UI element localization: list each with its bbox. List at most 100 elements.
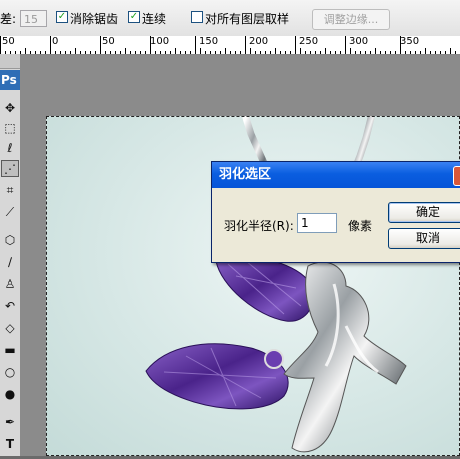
anti-alias-label: 消除锯齿	[70, 12, 119, 26]
history-brush-icon[interactable]: ↶	[1, 298, 19, 315]
ruler-tick	[285, 51, 286, 54]
ruler-tick	[30, 51, 31, 54]
ruler-tick	[400, 36, 401, 54]
dodge-icon[interactable]: ●	[1, 386, 19, 403]
ruler-tick	[310, 51, 311, 54]
ruler-tick	[100, 36, 101, 54]
ruler-tick	[445, 51, 446, 54]
ruler-tick	[380, 51, 381, 54]
ruler-tick	[205, 51, 206, 54]
horizontal-ruler: 50 0 50 100 150 200 250 300 350	[0, 36, 460, 55]
gradient-icon[interactable]: ▬	[1, 342, 19, 359]
close-icon[interactable]	[453, 166, 460, 186]
eraser-icon[interactable]: ◇	[1, 320, 19, 337]
ruler-tick	[365, 51, 366, 54]
ruler-tick	[450, 48, 451, 54]
ruler-tick	[300, 48, 301, 54]
ruler-tick	[435, 51, 436, 54]
ruler-tick	[230, 51, 231, 54]
feather-radius-input[interactable]: 1	[297, 213, 337, 233]
brush-icon[interactable]: ∕	[1, 254, 19, 271]
ruler-tick	[90, 51, 91, 54]
pen-icon[interactable]: ✒	[1, 414, 19, 431]
ruler-tick	[50, 36, 51, 54]
ruler-tick	[180, 51, 181, 54]
ruler-tick	[415, 51, 416, 54]
contiguous-checkbox[interactable]: ✓	[128, 11, 140, 23]
ruler-label: 100	[150, 36, 170, 47]
ruler-label: 50	[102, 36, 115, 47]
ruler-tick	[375, 48, 376, 54]
app-logo: Ps	[0, 70, 20, 90]
ruler-tick	[210, 51, 211, 54]
ruler-tick	[95, 51, 96, 54]
ruler-tick	[175, 48, 176, 54]
ruler-tick	[410, 51, 411, 54]
healing-brush-icon[interactable]: ⬡	[1, 232, 19, 249]
ruler-tick	[140, 51, 141, 54]
ruler-tick	[85, 51, 86, 54]
ruler-tick	[455, 51, 456, 54]
ruler-tick	[345, 36, 346, 54]
ruler-tick	[60, 51, 61, 54]
ruler-tick	[125, 48, 126, 54]
tolerance-label: 差:	[0, 12, 17, 26]
marquee-icon[interactable]: ⬚	[1, 120, 19, 137]
ruler-tick	[55, 51, 56, 54]
ruler-tick	[115, 51, 116, 54]
ok-button[interactable]: 确定	[388, 202, 460, 223]
ruler-tick	[145, 51, 146, 54]
cancel-button[interactable]: 取消	[388, 228, 460, 249]
type-icon[interactable]: T	[1, 436, 19, 453]
clone-stamp-icon[interactable]: ♙	[1, 276, 19, 293]
feather-selection-dialog: 羽化选区 羽化半径(R): 1 像素 确定 取消	[211, 161, 460, 263]
ruler-tick	[260, 51, 261, 54]
tolerance-input[interactable]: 15	[20, 10, 47, 27]
ruler-tick	[265, 51, 266, 54]
ruler-tick	[440, 51, 441, 54]
crop-icon[interactable]: ⌗	[1, 182, 19, 199]
ruler-tick	[270, 51, 271, 54]
ruler-tick	[75, 48, 76, 54]
ruler-tick	[160, 51, 161, 54]
ruler-tick	[235, 51, 236, 54]
ruler-tick	[165, 51, 166, 54]
ruler-tick	[215, 51, 216, 54]
ruler-label: 50	[2, 36, 15, 47]
ruler-tick	[250, 48, 251, 54]
lasso-icon[interactable]: ℓ	[1, 140, 19, 157]
refine-edge-button[interactable]: 调整边缘...	[312, 9, 390, 30]
ruler-tick	[280, 51, 281, 54]
ruler-tick	[355, 51, 356, 54]
contiguous-label: 连续	[142, 12, 167, 26]
ruler-label: 150	[199, 36, 219, 47]
unit-label: 像素	[348, 219, 373, 233]
ruler-label: 0	[52, 36, 59, 47]
ruler-tick	[320, 51, 321, 54]
magic-wand-icon[interactable]: ⋰	[1, 160, 19, 177]
sample-all-layers-checkbox[interactable]	[191, 11, 203, 23]
ruler-tick	[65, 51, 66, 54]
ruler-tick	[120, 51, 121, 54]
ruler-tick	[335, 51, 336, 54]
ruler-label: 250	[299, 36, 319, 47]
ruler-label: 350	[400, 36, 420, 47]
ruler-tick	[35, 51, 36, 54]
ruler-tick	[200, 48, 201, 54]
ruler-tick	[45, 51, 46, 54]
ruler-tick	[395, 51, 396, 54]
panel-grip[interactable]	[0, 54, 20, 69]
eyedropper-icon[interactable]: ⟋	[1, 204, 19, 221]
ruler-tick	[305, 51, 306, 54]
ruler-tick	[220, 51, 221, 54]
blur-icon[interactable]: ○	[1, 364, 19, 381]
ruler-tick	[150, 36, 151, 54]
move-icon[interactable]: ✥	[1, 100, 19, 117]
ruler-tick	[135, 51, 136, 54]
anti-alias-checkbox[interactable]: ✓	[56, 11, 68, 23]
ruler-tick	[225, 48, 226, 54]
ruler-tick	[350, 48, 351, 54]
ruler-tick	[315, 51, 316, 54]
ruler-tick	[240, 51, 241, 54]
ruler-tick	[245, 36, 246, 54]
